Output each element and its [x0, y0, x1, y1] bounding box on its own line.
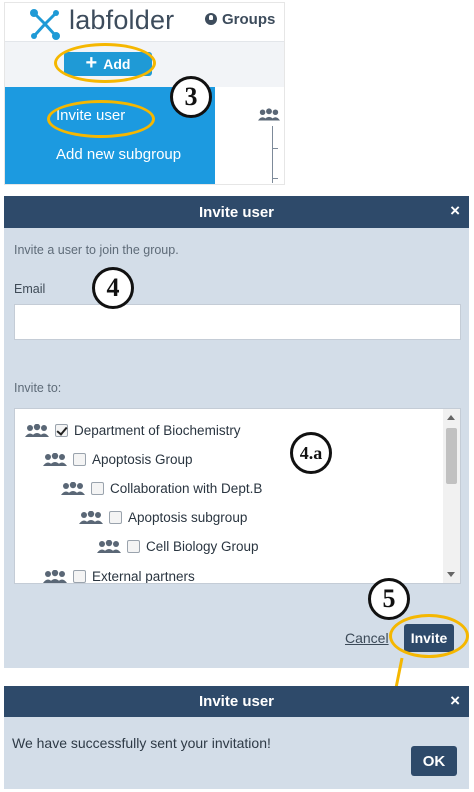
tree-row-external-partners[interactable]: External partners: [43, 569, 195, 584]
groups-info-icon: [205, 13, 217, 25]
group-tree-list: Department of Biochemistry Apoptosis Gro…: [14, 408, 461, 584]
invite-to-label: Invite to:: [14, 381, 62, 395]
tree-connector-tick: [272, 178, 278, 179]
group-checkbox[interactable]: [127, 540, 140, 553]
tree-connector: [272, 126, 273, 183]
group-name: Collaboration with Dept.B: [110, 481, 263, 496]
scroll-up-arrow-icon[interactable]: [447, 415, 455, 420]
cancel-link[interactable]: Cancel: [345, 630, 389, 646]
group-checkbox[interactable]: [73, 570, 86, 583]
group-icon: [43, 452, 67, 466]
email-label: Email: [14, 282, 46, 296]
close-icon[interactable]: ×: [450, 691, 460, 711]
scroll-thumb[interactable]: [446, 428, 457, 484]
group-checkbox[interactable]: [109, 511, 122, 524]
group-name: Cell Biology Group: [146, 539, 259, 554]
dialog-title: Invite user: [4, 686, 469, 717]
step-marker-4: 4: [92, 267, 134, 309]
tree-row-apoptosis-group[interactable]: Apoptosis Group: [43, 452, 193, 467]
group-name: Apoptosis subgroup: [128, 510, 248, 525]
group-checkbox[interactable]: [73, 453, 86, 466]
step-marker-4a: 4.a: [290, 432, 332, 474]
highlight-ring-invite-user: [47, 100, 155, 138]
group-name: Apoptosis Group: [92, 452, 193, 467]
step-marker-5: 5: [368, 578, 410, 620]
group-icon: [79, 510, 103, 524]
close-icon[interactable]: ×: [450, 201, 460, 221]
success-message: We have successfully sent your invitatio…: [12, 735, 271, 751]
group-name: Department of Biochemistry: [74, 423, 241, 438]
group-checkbox[interactable]: [91, 482, 104, 495]
invite-success-dialog: Invite user × We have successfully sent …: [4, 686, 469, 789]
ok-button[interactable]: OK: [411, 746, 457, 776]
highlight-ring-add: [54, 43, 156, 83]
group-icon: [43, 569, 67, 583]
scroll-down-arrow-icon[interactable]: [447, 572, 455, 577]
tree-row-department[interactable]: Department of Biochemistry: [25, 423, 241, 438]
dialog-title: Invite user: [4, 196, 469, 228]
tree-connector-tick: [272, 148, 278, 149]
nav-groups-label: Groups: [222, 11, 276, 28]
logo-text: labfolder: [69, 5, 175, 35]
group-icon: [97, 539, 121, 553]
tree-scrollbar[interactable]: [443, 409, 460, 583]
group-icon: [25, 423, 49, 437]
menu-item-add-subgroup[interactable]: Add new subgroup: [56, 146, 181, 163]
dialog-intro-text: Invite a user to join the group.: [14, 243, 179, 257]
app-header: labfolder Groups: [5, 3, 284, 41]
group-icon: [61, 481, 85, 495]
labfolder-logo-icon: [30, 9, 60, 40]
email-field[interactable]: [14, 304, 461, 340]
group-tree-area: [216, 87, 284, 184]
tree-row-apoptosis-subgroup[interactable]: Apoptosis subgroup: [79, 510, 247, 525]
tree-row-collaboration[interactable]: Collaboration with Dept.B: [61, 481, 262, 496]
step-marker-3: 3: [170, 76, 212, 118]
group-checkbox[interactable]: [55, 424, 68, 437]
group-icon: [258, 108, 280, 121]
group-name: External partners: [92, 569, 195, 584]
tree-row-cell-biology[interactable]: Cell Biology Group: [97, 539, 259, 554]
nav-groups[interactable]: Groups: [205, 11, 275, 28]
